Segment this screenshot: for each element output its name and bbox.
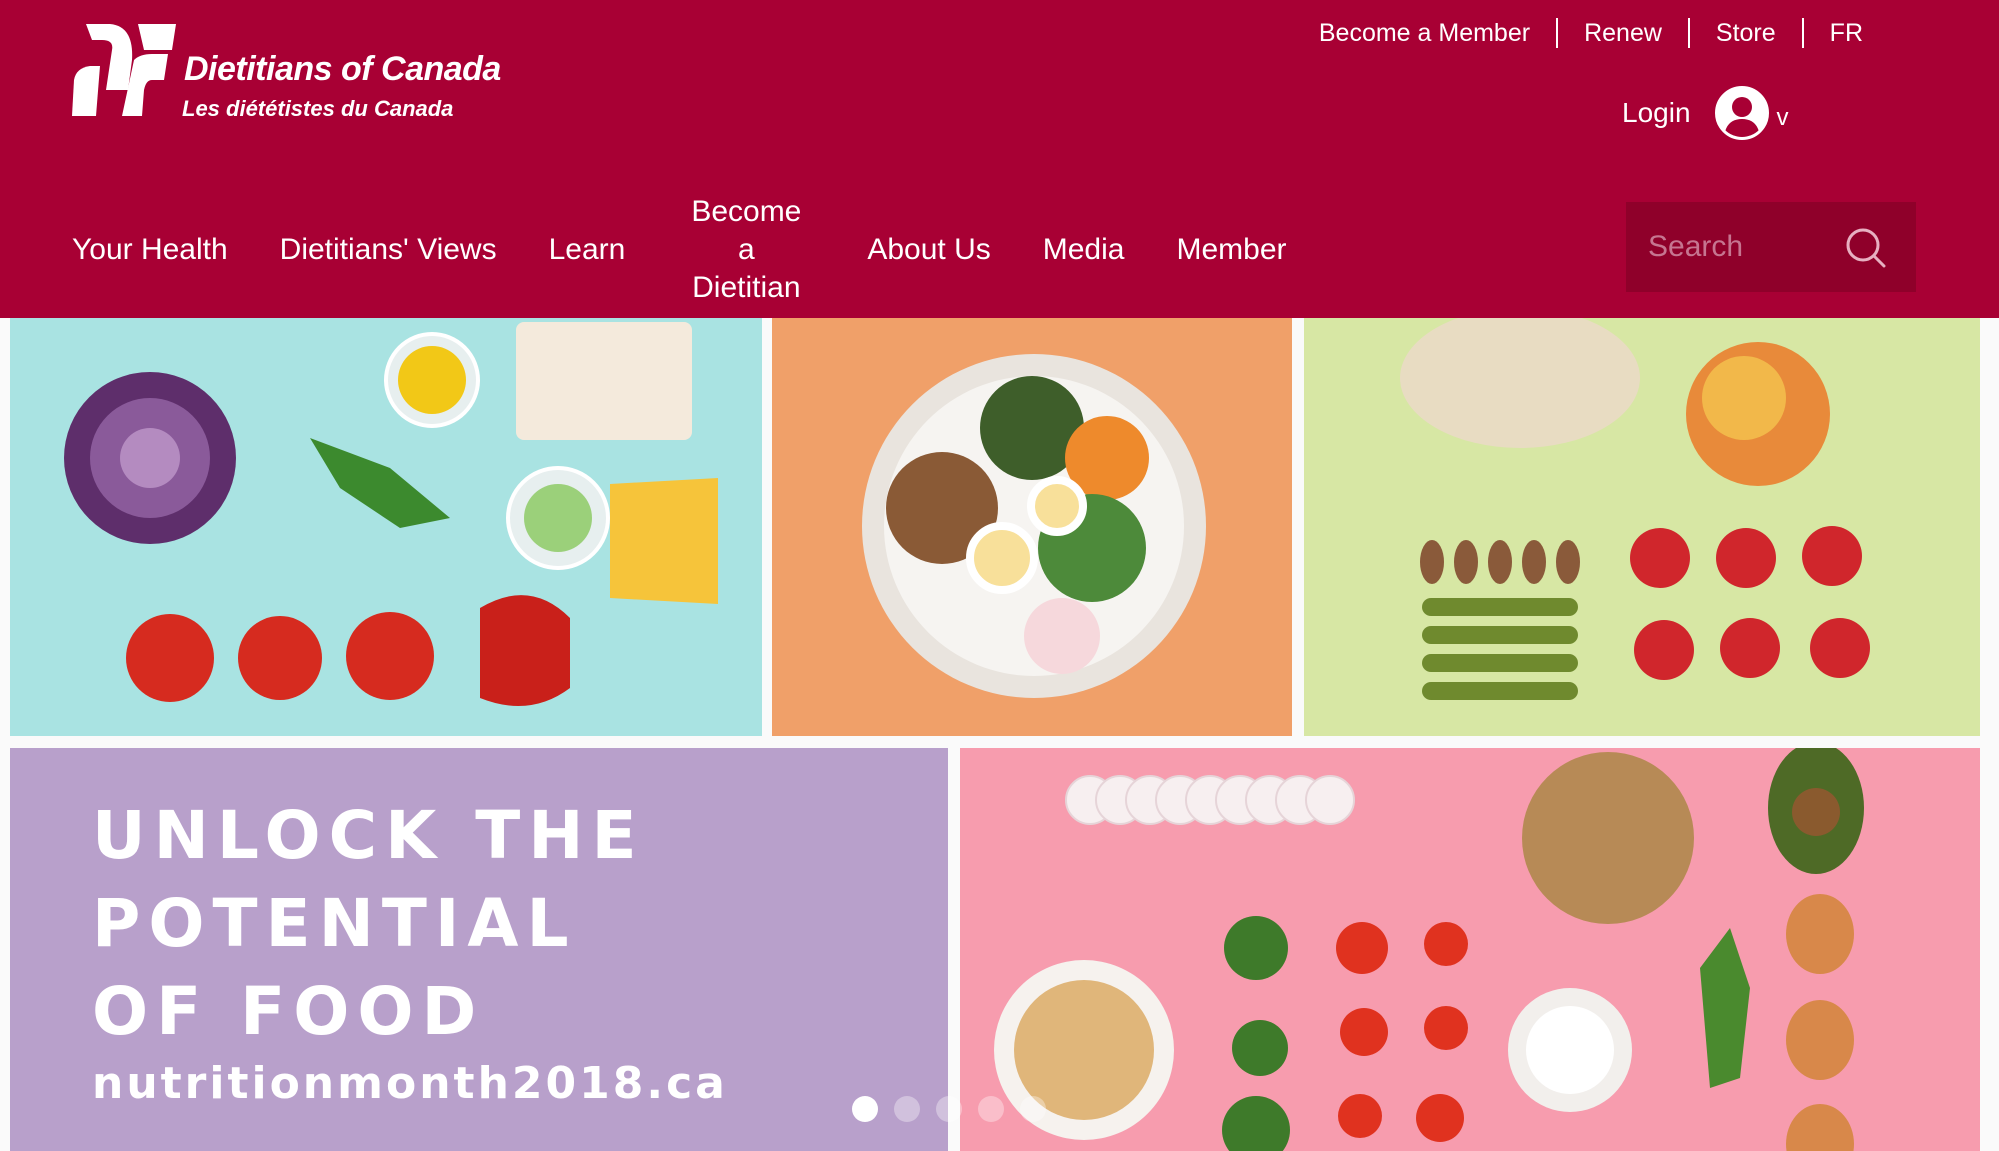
search-icon[interactable] [1844, 226, 1888, 270]
become-member-link[interactable]: Become a Member [1293, 16, 1556, 50]
nav-become-a-dietitian[interactable]: Become a Dietitian [661, 193, 831, 307]
nav-member[interactable]: Member [1150, 231, 1312, 269]
carousel-dot-4[interactable] [978, 1096, 1004, 1122]
chevron-down-icon[interactable]: v [1777, 104, 1789, 132]
main-nav: Your Health Dietitians' Views Learn Beco… [46, 195, 1313, 304]
hero-carousel[interactable]: UNLOCK THE POTENTIAL OF FOOD nutritionmo… [0, 318, 1999, 1151]
hero-headline-line: UNLOCK THE [92, 797, 645, 874]
nav-your-health[interactable]: Your Health [46, 231, 254, 269]
store-link[interactable]: Store [1690, 16, 1802, 50]
login-link[interactable]: Login [1622, 97, 1691, 129]
site-header: Dietitians of Canada Les diététistes du … [0, 0, 1999, 318]
logo-title-fr: Les diététistes du Canada [182, 96, 454, 121]
nutrition-month-link[interactable]: nutritionmonth2018.ca [92, 1058, 728, 1109]
hero-photo-grain-bowl [772, 318, 1292, 736]
dietitians-logo-mark-icon [72, 24, 176, 116]
hero-photo-vegetables [10, 318, 762, 736]
hero-photo-fruit-grains [1304, 318, 1980, 736]
hero-headline-line: POTENTIAL [92, 885, 577, 962]
carousel-pagination [852, 1096, 1062, 1122]
search-form [1626, 202, 1916, 292]
hero-headline: UNLOCK THE POTENTIAL OF FOOD [92, 792, 645, 1056]
nav-media[interactable]: Media [1017, 231, 1151, 269]
carousel-dot-5[interactable] [1020, 1096, 1046, 1122]
hero-photo-ingredients [960, 748, 1980, 1151]
carousel-dot-1[interactable] [852, 1096, 878, 1122]
hero-headline-panel: UNLOCK THE POTENTIAL OF FOOD nutritionmo… [10, 748, 948, 1151]
user-avatar-icon[interactable] [1714, 86, 1769, 140]
site-logo[interactable]: Dietitians of Canada Les diététistes du … [72, 20, 502, 121]
search-input[interactable] [1648, 230, 1848, 264]
carousel-dot-3[interactable] [936, 1096, 962, 1122]
renew-link[interactable]: Renew [1558, 16, 1688, 50]
logo-title-en: Dietitians of Canada [184, 50, 501, 88]
nav-dietitians-views[interactable]: Dietitians' Views [254, 231, 523, 269]
nav-learn[interactable]: Learn [523, 231, 652, 269]
hero-headline-line: OF FOOD [92, 973, 485, 1050]
utility-nav: Become a Member Renew Store FR [1293, 16, 1889, 50]
login-menu[interactable]: Login v [1622, 86, 1789, 140]
carousel-dot-2[interactable] [894, 1096, 920, 1122]
nav-about-us[interactable]: About Us [841, 231, 1016, 269]
language-fr-link[interactable]: FR [1804, 16, 1889, 50]
